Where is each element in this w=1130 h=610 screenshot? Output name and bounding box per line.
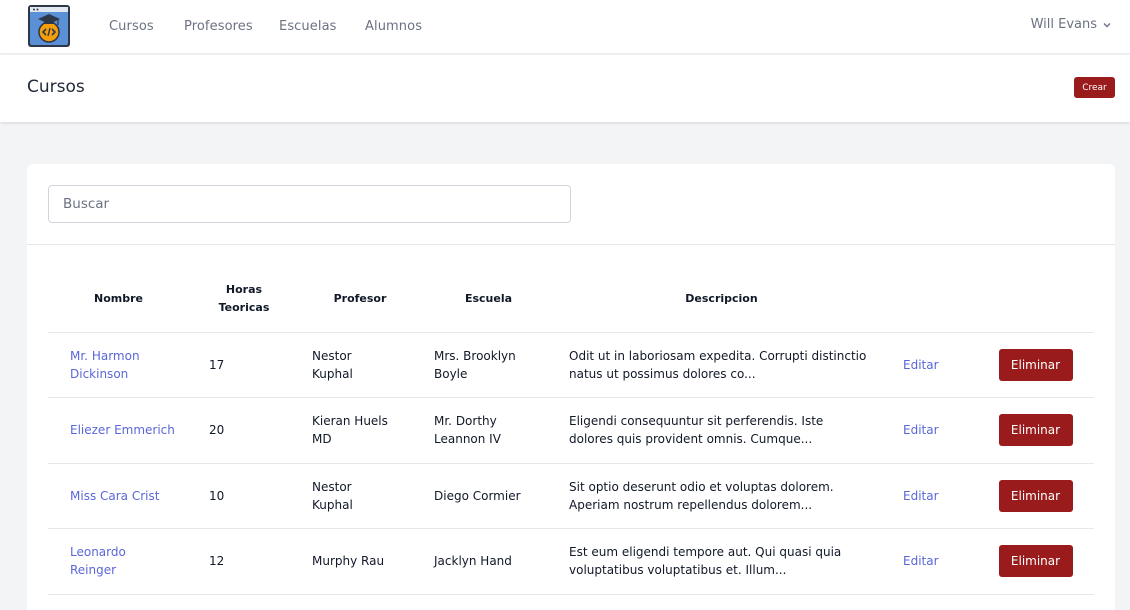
edit-link[interactable]: Editar xyxy=(903,358,939,372)
edit-link[interactable]: Editar xyxy=(903,423,939,437)
app-logo[interactable] xyxy=(27,4,71,48)
nav-link-cursos[interactable]: Cursos xyxy=(109,18,154,36)
table-row: Eliezer Emmerich 20 Kieran Huels MD Mr. … xyxy=(48,397,1094,463)
course-description: Eligendi consequuntur sit perferendis. I… xyxy=(556,397,887,463)
course-professor: Murphy Rau xyxy=(299,528,421,595)
nav-link-profesores[interactable]: Profesores xyxy=(184,18,253,36)
user-name: Will Evans xyxy=(1030,17,1097,32)
course-professor: Nestor Kuphal xyxy=(312,348,353,381)
course-school: Diego Cormier xyxy=(421,462,556,529)
course-hours: 17 xyxy=(189,331,299,398)
course-description: Sit optio deserunt odio et voluptas dolo… xyxy=(556,462,887,529)
nav-link-alumnos[interactable]: Alumnos xyxy=(365,18,422,36)
divider xyxy=(27,244,1115,245)
column-header-horas: Horas Teoricas xyxy=(189,266,299,332)
graduation-cap-code-logo xyxy=(28,5,70,47)
course-school: Mr. Dorthy Leannon IV xyxy=(434,414,501,447)
courses-table: Nombre Horas Teoricas Profesor Escuela D… xyxy=(48,266,1094,595)
course-professor: Nestor Kuphal xyxy=(312,479,353,512)
course-name-link[interactable]: Leonardo Reinger xyxy=(70,543,135,579)
create-button[interactable]: Crear xyxy=(1074,77,1115,98)
edit-link[interactable]: Editar xyxy=(903,489,939,503)
course-name-link[interactable]: Mr. Harmon Dickinson xyxy=(70,347,150,383)
course-hours: 20 xyxy=(189,397,299,463)
nav-link-escuelas[interactable]: Escuelas xyxy=(279,18,337,36)
page-header: Cursos Crear xyxy=(0,55,1130,122)
chevron-down-icon xyxy=(1103,22,1111,27)
course-name-link[interactable]: Miss Cara Crist xyxy=(70,489,159,503)
delete-button[interactable]: Eliminar xyxy=(998,414,1073,447)
page-title: Cursos xyxy=(27,77,85,97)
column-header-nombre: Nombre xyxy=(94,291,143,305)
course-school: Mrs. Brooklyn Boyle xyxy=(434,348,516,381)
course-name-link[interactable]: Eliezer Emmerich xyxy=(70,423,175,437)
table-row: Miss Cara Crist 10 Nestor Kuphal Diego C… xyxy=(48,462,1094,529)
table-header-row: Nombre Horas Teoricas Profesor Escuela D… xyxy=(48,266,1094,332)
course-hours: 10 xyxy=(189,462,299,529)
user-menu[interactable]: Will Evans xyxy=(1031,17,1112,32)
search-input[interactable] xyxy=(48,185,571,223)
table-row: Mr. Harmon Dickinson 17 Nestor Kuphal Mr… xyxy=(48,331,1094,398)
course-description: Est eum eligendi tempore aut. Qui quasi … xyxy=(556,528,887,595)
top-navbar: Cursos Profesores Escuelas Alumnos Will … xyxy=(0,0,1130,54)
column-header-descripcion: Descripcion xyxy=(685,291,758,305)
table-row: Leonardo Reinger 12 Murphy Rau Jacklyn H… xyxy=(48,528,1094,595)
course-hours: 12 xyxy=(189,528,299,595)
delete-button[interactable]: Eliminar xyxy=(998,545,1073,578)
edit-link[interactable]: Editar xyxy=(903,554,939,568)
column-header-eliminar xyxy=(977,266,1094,332)
column-header-escuela: Escuela xyxy=(464,291,513,305)
courses-card: Nombre Horas Teoricas Profesor Escuela D… xyxy=(27,164,1115,610)
column-header-profesor: Profesor xyxy=(333,291,387,305)
course-description: Odit ut in laboriosam expedita. Corrupti… xyxy=(556,331,887,398)
delete-button[interactable]: Eliminar xyxy=(998,479,1073,512)
course-professor: Kieran Huels MD xyxy=(312,414,388,447)
column-header-editar xyxy=(887,266,977,332)
column-header-horas-label: Horas Teoricas xyxy=(218,282,270,314)
course-school: Jacklyn Hand xyxy=(421,528,556,595)
delete-button[interactable]: Eliminar xyxy=(998,348,1073,381)
